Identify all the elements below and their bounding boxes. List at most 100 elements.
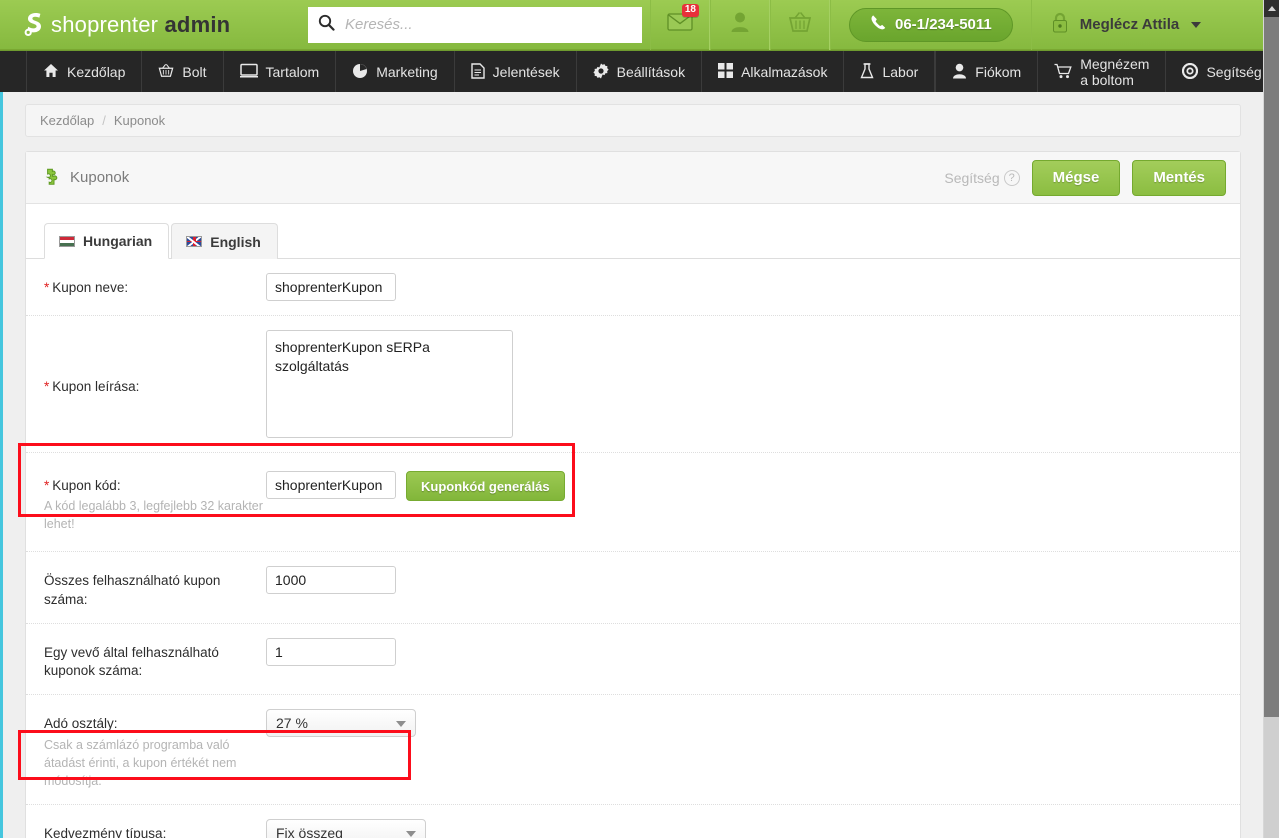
- support-phone-button[interactable]: 06-1/234-5011: [849, 7, 1013, 42]
- coupon-name-control: [266, 273, 396, 301]
- total-coupons-input[interactable]: [266, 566, 396, 595]
- nav-item-labor[interactable]: Labor: [844, 51, 936, 93]
- page-title: Kuponok: [40, 168, 129, 188]
- lifebuoy-icon: [1182, 62, 1199, 82]
- total-coupons-label: Összes felhasználható kupon száma:: [44, 573, 221, 607]
- nav-label: Fiókom: [975, 64, 1022, 80]
- total-coupons-row: Összes felhasználható kupon száma:: [26, 552, 1240, 624]
- nav-item-marketing[interactable]: Marketing: [336, 51, 455, 93]
- nav-item-tartalom[interactable]: Tartalom: [224, 51, 337, 93]
- coupon-description-row: * Kupon leírása: shoprenterKupon sERPa sz…: [26, 316, 1240, 453]
- content-area: Kezdőlap / Kuponok Kuponok Segítség ? Mé…: [0, 92, 1263, 838]
- coupon-name-input[interactable]: [266, 273, 396, 301]
- save-button[interactable]: Mentés: [1132, 159, 1226, 196]
- brand-logo-area[interactable]: shoprenter admin: [0, 0, 300, 50]
- nav-label: Jelentések: [492, 64, 560, 80]
- coupon-description-textarea[interactable]: shoprenterKupon sERPa szolgáltatás: [266, 330, 513, 438]
- nav-item-segitseg[interactable]: Segítség: [1166, 51, 1279, 93]
- coupon-code-input[interactable]: [266, 471, 396, 499]
- basket-icon: [788, 11, 812, 38]
- tax-class-label-wrap: Adó osztály: Csak a számlázó programba v…: [44, 709, 266, 790]
- nav-label: Marketing: [376, 64, 438, 80]
- document-icon: [470, 62, 485, 82]
- per-customer-input[interactable]: [266, 637, 396, 666]
- nav-label: Labor: [882, 64, 919, 80]
- breadcrumb-current: Kuponok: [113, 113, 166, 128]
- help-link[interactable]: Segítség ?: [944, 169, 1020, 186]
- messages-button[interactable]: 18: [650, 0, 710, 50]
- nav-item-jelentesek[interactable]: Jelentések: [455, 51, 577, 93]
- scrollbar-thumb[interactable]: [1264, 17, 1279, 717]
- shoprenter-logo-icon: [22, 12, 44, 38]
- user-icon: [730, 11, 750, 38]
- total-coupons-label-wrap: Összes felhasználható kupon száma:: [44, 566, 266, 608]
- phone-icon: [870, 14, 887, 35]
- nav-label: Tartalom: [265, 64, 320, 80]
- scroll-up-button[interactable]: [1264, 0, 1279, 17]
- nav-item-alkalmazasok[interactable]: Alkalmazások: [702, 51, 845, 93]
- tax-class-row: Adó osztály: Csak a számlázó programba v…: [26, 695, 1240, 805]
- discount-type-select[interactable]: Fix összeg: [266, 818, 426, 838]
- flask-icon: [860, 62, 875, 82]
- per-customer-label: Egy vevő által felhasználható kuponok sz…: [44, 644, 219, 679]
- coupon-name-label-wrap: * Kupon neve:: [44, 273, 266, 297]
- per-customer-label-wrap: Egy vevő által felhasználható kuponok sz…: [44, 638, 266, 680]
- basket-icon: [158, 63, 174, 81]
- coupon-form: *Kupon neve: *Kupon leírása: shoprenterK…: [26, 259, 1240, 838]
- tax-class-select[interactable]: 27 %: [266, 709, 416, 738]
- question-mark-icon: ?: [1003, 169, 1020, 186]
- phone-cell: 06-1/234-5011: [830, 0, 1031, 50]
- tab-hungarian[interactable]: Hungarian: [44, 223, 170, 259]
- gear-icon: [593, 63, 609, 82]
- nav-label: Alkalmazások: [741, 64, 828, 80]
- nav-label: Bolt: [182, 64, 207, 80]
- nav-label: Kezdőlap: [67, 64, 126, 80]
- nav-item-beallitasok[interactable]: Beállítások: [577, 51, 703, 93]
- page-title-text: Kuponok: [70, 169, 130, 186]
- scrollbar-track[interactable]: [1264, 717, 1279, 838]
- search-input[interactable]: [343, 9, 632, 40]
- search-box[interactable]: [308, 6, 642, 43]
- required-marker: *: [44, 280, 50, 295]
- generate-coupon-code-button[interactable]: Kuponkód generálás: [406, 471, 565, 501]
- orders-button[interactable]: [770, 0, 830, 50]
- customers-button[interactable]: [710, 0, 770, 50]
- discount-type-label: Kedvezmény típusa:: [44, 825, 167, 838]
- coupon-code-hint: A kód legalább 3, legfejlebb 32 karakter…: [44, 499, 263, 532]
- card-header-actions: Segítség ? Mégse Mentés: [944, 159, 1226, 196]
- top-header-bar: shoprenter admin 18: [0, 0, 1263, 50]
- coupon-code-control: Kuponkód generálás: [266, 471, 565, 501]
- per-customer-row: Egy vevő által felhasználható kuponok sz…: [26, 624, 1240, 696]
- tax-class-hint: Csak a számlázó programba való átadást é…: [44, 737, 237, 788]
- brand-name: shoprenter admin: [51, 11, 231, 37]
- support-phone-number: 06-1/234-5011: [895, 16, 992, 33]
- nav-item-fiokom[interactable]: Fiókom: [935, 51, 1039, 93]
- user-menu[interactable]: Meglécz Attila: [1030, 0, 1217, 50]
- coupon-code-row: * Kupon kód: A kód legalább 3, legfejlebb…: [26, 453, 1240, 553]
- help-label: Segítség: [944, 169, 1000, 186]
- cart-icon: [1054, 63, 1072, 82]
- nav-item-kezdolap[interactable]: Kezdőlap: [26, 51, 143, 93]
- messages-badge: 18: [681, 3, 699, 17]
- hungarian-flag-icon: [59, 235, 75, 247]
- monitor-icon: [239, 63, 258, 81]
- chevron-down-icon: [1191, 21, 1202, 28]
- breadcrumb: Kezdőlap / Kuponok: [25, 104, 1241, 137]
- breadcrumb-home-link[interactable]: Kezdőlap: [40, 113, 94, 128]
- breadcrumb-separator: /: [102, 113, 106, 128]
- nav-item-megnezem-a-boltom[interactable]: Megnézem a boltom: [1038, 51, 1167, 93]
- nav-item-bolt[interactable]: Bolt: [142, 51, 224, 93]
- coupon-name-row: * Kupon neve:: [26, 259, 1240, 316]
- discount-type-label-wrap: Kedvezmény típusa:: [44, 819, 266, 838]
- page-scrollbar[interactable]: [1263, 0, 1279, 838]
- card-header: Kuponok Segítség ? Mégse Mentés: [26, 152, 1240, 204]
- main-navigation: Kezdőlap Bolt Tartalom Marketing Jelenté…: [0, 50, 1279, 93]
- cancel-button[interactable]: Mégse: [1031, 159, 1121, 196]
- nav-right-group: Fiókom Megnézem a boltom Segítség: [935, 51, 1279, 93]
- coupon-code-label: Kupon kód:: [52, 478, 121, 493]
- nav-label: Beállítások: [616, 64, 686, 80]
- tax-class-select-wrap: 27 %: [266, 709, 416, 738]
- user-name: Meglécz Attila: [1079, 16, 1180, 33]
- coupon-code-label-wrap: * Kupon kód: A kód legalább 3, legfejlebb…: [44, 471, 266, 533]
- tab-english[interactable]: English: [171, 223, 278, 259]
